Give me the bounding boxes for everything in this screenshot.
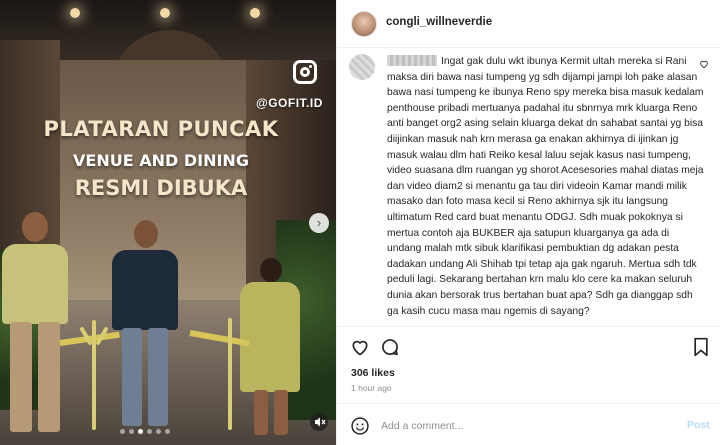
heart-icon[interactable] [350, 337, 370, 357]
post-panel: congli_willneverdie Ingat gak dulu wkt i… [336, 0, 720, 445]
author-avatar[interactable] [351, 11, 377, 37]
media-watermark: @GOFIT.ID [256, 96, 323, 110]
media-photo [0, 0, 336, 445]
post-header: congli_willneverdie [337, 0, 720, 48]
add-comment-bar: Post [337, 403, 720, 445]
carousel-indicator [120, 429, 170, 434]
media-headline-line2: VENUE AND DINING [73, 151, 249, 170]
post-media[interactable]: @GOFIT.ID PLATARAN PUNCAK VENUE AND DINI… [0, 0, 336, 445]
comment-input[interactable] [381, 417, 671, 435]
comment-like-icon[interactable] [699, 58, 709, 72]
post-timestamp[interactable]: 1 hour ago [351, 383, 392, 393]
like-count[interactable]: 306 likes [351, 367, 395, 379]
comment-text: Ingat gak dulu wkt ibunya Kermit ultah m… [387, 56, 704, 317]
emoji-icon[interactable] [350, 416, 370, 436]
post-actions [337, 326, 720, 366]
post-comment-button[interactable]: Post [687, 419, 710, 431]
author-username[interactable]: congli_willneverdie [386, 16, 492, 28]
commenter-avatar[interactable] [349, 54, 375, 80]
instagram-icon [293, 60, 317, 84]
mute-icon[interactable] [310, 413, 328, 431]
next-media-button[interactable]: › [309, 213, 329, 233]
comment-icon[interactable] [380, 337, 400, 357]
instagram-post-view: @GOFIT.ID PLATARAN PUNCAK VENUE AND DINI… [0, 0, 720, 445]
comments-section[interactable]: Ingat gak dulu wkt ibunya Kermit ultah m… [337, 48, 720, 325]
media-headline-line1: PLATARAN PUNCAK [43, 117, 279, 141]
media-headline-line3: RESMI DIBUKA [74, 176, 248, 200]
bookmark-icon[interactable] [692, 337, 710, 357]
